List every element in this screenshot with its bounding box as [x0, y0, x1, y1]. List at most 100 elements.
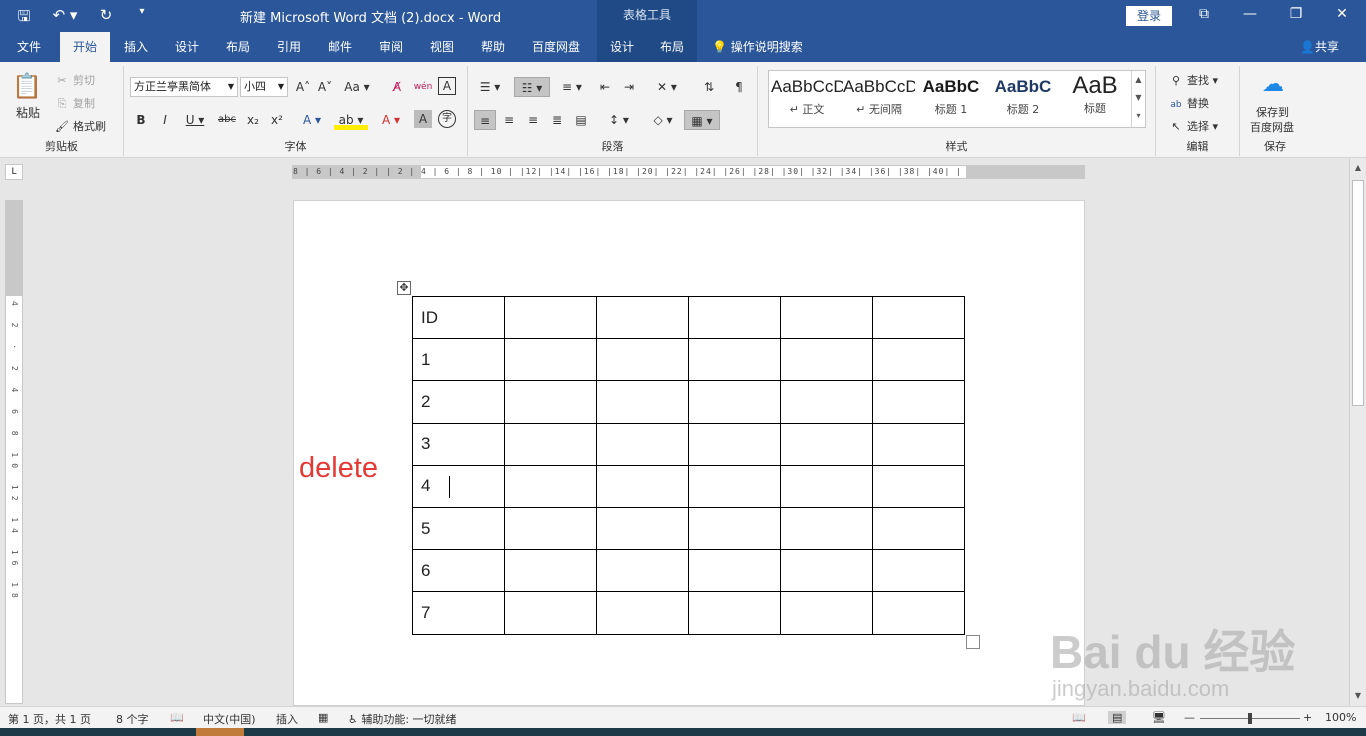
table-cell[interactable]: [688, 422, 781, 466]
align-center-icon[interactable]: ≡: [498, 110, 520, 130]
enclose-characters-icon[interactable]: 字: [438, 110, 456, 128]
table-resize-handle[interactable]: [966, 635, 980, 649]
zoom-out-icon[interactable]: —: [1184, 711, 1195, 724]
table-cell[interactable]: [780, 380, 873, 424]
select-button[interactable]: ↖ 选择 ▾: [1168, 118, 1218, 134]
baidu-netdisk-icon[interactable]: ☁: [1262, 72, 1284, 97]
zoom-level[interactable]: 100%: [1325, 711, 1356, 724]
table-cell[interactable]: [596, 506, 689, 551]
table-cell[interactable]: [596, 338, 689, 382]
table-cell[interactable]: [596, 422, 689, 466]
table-cell[interactable]: [504, 422, 597, 466]
tab-layout[interactable]: 布局: [216, 32, 260, 62]
table-cell[interactable]: [504, 464, 597, 508]
clear-formatting-icon[interactable]: A̸: [386, 77, 408, 97]
increase-indent-icon[interactable]: ⇥: [618, 77, 640, 97]
table-cell[interactable]: [504, 549, 597, 593]
tab-table-layout[interactable]: 布局: [650, 32, 694, 62]
styles-scroll[interactable]: ▲ ▼ ▾: [1131, 71, 1145, 127]
document-table[interactable]: ID 1 2 3 4 5 6 7: [412, 295, 965, 635]
tab-view[interactable]: 视图: [420, 32, 464, 62]
highlight-color-icon[interactable]: ab ▾: [334, 110, 368, 130]
format-painter-button[interactable]: 🖌 格式刷: [54, 118, 106, 134]
web-layout-icon[interactable]: 🖥: [1152, 711, 1166, 724]
shading-icon[interactable]: ◇ ▾: [646, 110, 680, 130]
print-layout-icon[interactable]: ▤: [1108, 711, 1127, 724]
scroll-thumb[interactable]: [1352, 180, 1364, 406]
zoom-slider-thumb[interactable]: [1248, 713, 1252, 724]
style-normal[interactable]: AaBbCcDd ↵ 正文: [771, 71, 843, 127]
chevron-down-icon[interactable]: ▼: [1132, 89, 1145, 107]
tab-selector[interactable]: L: [5, 164, 23, 180]
table-move-handle-icon[interactable]: ✥: [397, 281, 411, 295]
vertical-scrollbar[interactable]: ▲ ▼: [1349, 158, 1366, 706]
tab-insert[interactable]: 插入: [114, 32, 158, 62]
table-cell[interactable]: [872, 464, 965, 508]
table-cell[interactable]: [596, 591, 689, 635]
copy-button[interactable]: ⎘ 复制: [54, 95, 95, 111]
cut-button[interactable]: ✂ 剪切: [54, 72, 95, 88]
numbering-icon[interactable]: ☷ ▾: [514, 77, 550, 97]
font-name-select[interactable]: 方正兰亭黑简体 ▼: [130, 77, 238, 97]
table-cell[interactable]: [688, 591, 781, 635]
tab-review[interactable]: 审阅: [369, 32, 413, 62]
table-cell[interactable]: 2: [412, 380, 505, 424]
table-cell[interactable]: [872, 506, 965, 551]
table-cell[interactable]: ID: [412, 295, 505, 340]
tab-design[interactable]: 设计: [165, 32, 209, 62]
table-cell[interactable]: [872, 591, 965, 635]
more-styles-icon[interactable]: ▾: [1132, 107, 1145, 125]
character-border-icon[interactable]: A: [438, 77, 456, 95]
font-size-select[interactable]: 小四 ▼: [240, 77, 288, 97]
table-cell[interactable]: [780, 506, 873, 551]
borders-icon[interactable]: ▦ ▾: [684, 110, 720, 130]
word-count[interactable]: 8 个字: [116, 711, 149, 727]
table-cell[interactable]: [688, 549, 781, 593]
macro-icon[interactable]: ▦: [318, 711, 328, 724]
asian-layout-icon[interactable]: ✕ ▾: [650, 77, 684, 97]
decrease-indent-icon[interactable]: ⇤: [594, 77, 616, 97]
grow-font-icon[interactable]: A˄: [292, 77, 314, 97]
table-cell[interactable]: [872, 338, 965, 382]
table-cell[interactable]: 5: [412, 506, 505, 551]
save-to-baidu-button-line2[interactable]: 百度网盘: [1250, 119, 1294, 135]
save-to-baidu-button[interactable]: 保存到: [1256, 104, 1289, 120]
table-cell[interactable]: [688, 295, 781, 340]
minimize-icon[interactable]: —: [1240, 6, 1260, 22]
table-cell[interactable]: [688, 338, 781, 382]
table-cell[interactable]: 4: [412, 464, 505, 508]
strikethrough-icon[interactable]: abc: [216, 110, 238, 130]
underline-icon[interactable]: U ▾: [178, 110, 212, 130]
bullets-icon[interactable]: ☰ ▾: [474, 77, 506, 97]
table-cell[interactable]: [504, 338, 597, 382]
insert-mode[interactable]: 插入: [276, 711, 298, 727]
maximize-icon[interactable]: ❐: [1286, 6, 1306, 22]
zoom-in-icon[interactable]: +: [1303, 711, 1312, 724]
share-button[interactable]: 👤共享: [1300, 32, 1339, 62]
style-no-spacing[interactable]: AaBbCcDd ↵ 无间隔: [843, 71, 915, 127]
table-cell[interactable]: [872, 295, 965, 340]
tab-help[interactable]: 帮助: [471, 32, 515, 62]
table-cell[interactable]: [688, 380, 781, 424]
scroll-up-icon[interactable]: ▲: [1350, 160, 1366, 176]
line-spacing-icon[interactable]: ↕ ▾: [602, 110, 636, 130]
table-cell[interactable]: [688, 464, 781, 508]
table-cell[interactable]: [596, 549, 689, 593]
table-cell[interactable]: [780, 295, 873, 340]
table-cell[interactable]: [872, 380, 965, 424]
redo-icon[interactable]: ↻: [96, 6, 116, 31]
chevron-up-icon[interactable]: ▲: [1132, 71, 1145, 89]
login-button[interactable]: 登录: [1126, 6, 1172, 26]
undo-icon[interactable]: ↶ ▾: [50, 6, 80, 31]
tell-me-search[interactable]: 💡 操作说明搜索: [712, 32, 803, 62]
table-cell[interactable]: [780, 591, 873, 635]
table-cell[interactable]: [780, 422, 873, 466]
style-heading-2[interactable]: AaBbC 标题 2: [987, 71, 1059, 127]
bold-icon[interactable]: B: [130, 110, 152, 130]
subscript-icon[interactable]: x₂: [242, 110, 264, 130]
proofing-icon[interactable]: 📖: [170, 711, 184, 724]
scroll-down-icon[interactable]: ▼: [1350, 688, 1366, 704]
table-cell[interactable]: [504, 506, 597, 551]
close-icon[interactable]: ✕: [1332, 6, 1352, 22]
read-mode-icon[interactable]: 📖: [1072, 711, 1086, 724]
